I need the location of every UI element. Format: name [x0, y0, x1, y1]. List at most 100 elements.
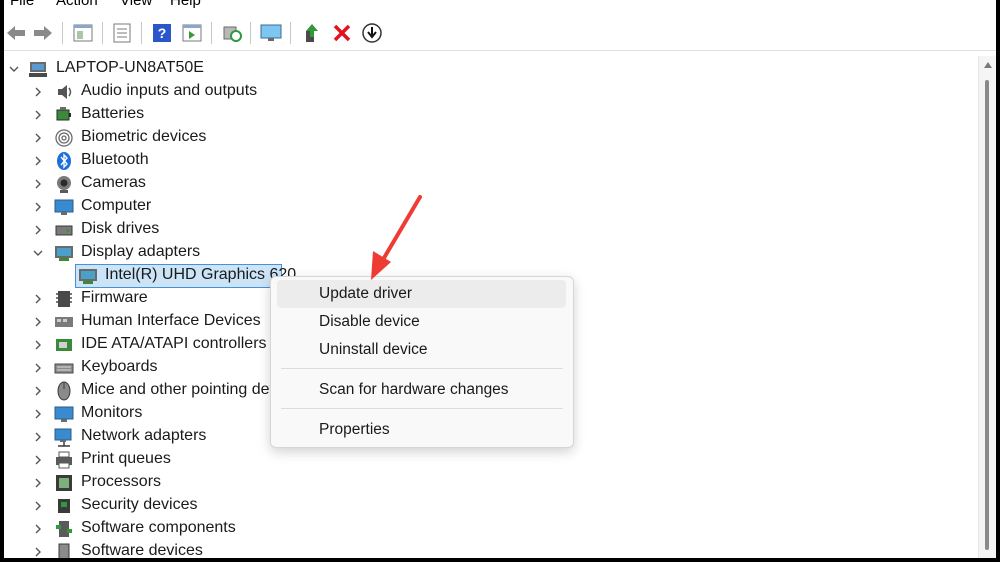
selected-device-label: Intel(R) UHD Graphics 620 — [105, 266, 297, 283]
chevron-right-icon[interactable] — [32, 201, 44, 213]
chevron-down-icon[interactable] — [8, 63, 20, 75]
uninstall-icon[interactable] — [330, 21, 354, 45]
menu-help[interactable]: Help — [170, 0, 201, 9]
tree-root[interactable]: LAPTOP-UN8AT50E — [4, 57, 404, 80]
chevron-right-icon[interactable] — [32, 109, 44, 121]
chevron-right-icon[interactable] — [32, 523, 44, 535]
software-device-icon — [54, 542, 74, 558]
tree-item-label: Audio inputs and outputs — [81, 82, 258, 99]
update-driver-icon[interactable] — [300, 21, 324, 45]
chevron-right-icon[interactable] — [32, 477, 44, 489]
scroll-up-icon[interactable] — [984, 62, 992, 68]
tree-item-software-devices[interactable]: Software devices — [4, 540, 404, 558]
tree-item-label: Computer — [81, 197, 152, 214]
firmware-icon — [54, 289, 74, 309]
back-icon[interactable] — [4, 21, 28, 45]
menu-item-disable-device[interactable]: Disable device — [277, 308, 566, 336]
tree-item-cameras[interactable]: Cameras — [4, 172, 404, 195]
chevron-right-icon[interactable] — [32, 339, 44, 351]
chevron-right-icon[interactable] — [32, 293, 44, 305]
chevron-right-icon[interactable] — [32, 132, 44, 144]
tree-item-display-adapters[interactable]: Display adapters — [4, 241, 404, 264]
menu-item-update-driver[interactable]: Update driver — [277, 280, 566, 308]
tree-item-label: Batteries — [81, 105, 145, 122]
tree-item-label: Bluetooth — [81, 151, 149, 168]
speaker-icon — [54, 82, 74, 102]
camera-icon — [54, 174, 74, 194]
tree-item-label: Processors — [81, 473, 162, 490]
scroll-thumb[interactable] — [985, 80, 989, 550]
tree-item-label: Print queues — [81, 450, 171, 467]
tree-item-batteries[interactable]: Batteries — [4, 103, 404, 126]
chevron-right-icon[interactable] — [32, 385, 44, 397]
disk-drive-icon — [54, 220, 74, 240]
tree-item-label: Monitors — [81, 404, 143, 421]
chevron-right-icon[interactable] — [32, 86, 44, 98]
context-menu: Update driver Disable device Uninstall d… — [270, 276, 574, 448]
vertical-scrollbar[interactable] — [978, 56, 996, 558]
monitor-icon — [54, 404, 74, 424]
chevron-right-icon[interactable] — [32, 178, 44, 190]
tree-item-computer[interactable]: Computer — [4, 195, 404, 218]
tree-item-processors[interactable]: Processors — [4, 471, 404, 494]
tree-item-label: Cameras — [81, 174, 146, 191]
root-label: LAPTOP-UN8AT50E — [56, 59, 204, 76]
tree-item-label: IDE ATA/ATAPI controllers — [81, 335, 267, 352]
network-adapter-icon — [54, 427, 74, 447]
tree-item-software-components[interactable]: Software components — [4, 517, 404, 540]
chevron-right-icon[interactable] — [32, 500, 44, 512]
computer-root-icon — [28, 59, 48, 79]
scan-hardware-icon[interactable] — [220, 21, 244, 45]
menu-item-uninstall-device[interactable]: Uninstall device — [277, 336, 566, 364]
device-manager-window: File Action View Help ? LAPTOP-UN8AT50E … — [4, 0, 996, 558]
tree-item-label: Disk drives — [81, 220, 160, 237]
tree-item-intel-uhd-graphics[interactable]: Intel(R) UHD Graphics 620 — [4, 264, 304, 287]
mouse-icon — [54, 381, 74, 401]
menu-item-scan-hardware[interactable]: Scan for hardware changes — [277, 376, 566, 404]
menu-separator — [281, 368, 563, 369]
computer-icon — [54, 197, 74, 217]
chevron-right-icon[interactable] — [32, 316, 44, 328]
chevron-right-icon[interactable] — [32, 431, 44, 443]
processor-icon — [54, 473, 74, 493]
tree-item-label: Display adapters — [81, 243, 201, 260]
chevron-right-icon[interactable] — [32, 454, 44, 466]
chevron-right-icon[interactable] — [32, 155, 44, 167]
chevron-right-icon[interactable] — [32, 362, 44, 374]
ide-controller-icon — [54, 335, 74, 355]
svg-text:?: ? — [158, 25, 167, 41]
chevron-right-icon[interactable] — [32, 408, 44, 420]
chevron-right-icon[interactable] — [32, 546, 44, 558]
hid-icon — [54, 312, 74, 332]
menu-action[interactable]: Action — [56, 0, 98, 9]
security-device-icon — [54, 496, 74, 516]
bluetooth-icon — [54, 151, 74, 171]
tree-item-label: Software devices — [81, 542, 203, 558]
properties-icon[interactable] — [110, 21, 134, 45]
tree-item-label: Human Interface Devices — [81, 312, 261, 329]
tree-item-disk-drives[interactable]: Disk drives — [4, 218, 404, 241]
help-icon[interactable]: ? — [150, 21, 174, 45]
display-adapter-icon — [54, 243, 74, 263]
tree-item-label: Firmware — [81, 289, 148, 306]
action-pane-icon[interactable] — [180, 21, 204, 45]
chevron-down-icon[interactable] — [32, 247, 44, 259]
tree-item-label: Security devices — [81, 496, 198, 513]
tree-item-audio-inputs-and-outputs[interactable]: Audio inputs and outputs — [4, 80, 404, 103]
tree-item-biometric-devices[interactable]: Biometric devices — [4, 126, 404, 149]
menu-view[interactable]: View — [120, 0, 152, 9]
tree-item-bluetooth[interactable]: Bluetooth — [4, 149, 404, 172]
tree-item-security-devices[interactable]: Security devices — [4, 494, 404, 517]
show-hide-console-tree-icon[interactable] — [71, 21, 95, 45]
tree-item-label: Software components — [81, 519, 236, 536]
fingerprint-icon — [54, 128, 74, 148]
tree-item-label: Network adapters — [81, 427, 207, 444]
keyboard-icon — [54, 358, 74, 378]
chevron-right-icon[interactable] — [32, 224, 44, 236]
forward-icon[interactable] — [31, 21, 55, 45]
menu-item-properties[interactable]: Properties — [277, 416, 566, 444]
menu-file[interactable]: File — [10, 0, 34, 9]
display-monitor-icon[interactable] — [259, 21, 283, 45]
disable-icon[interactable] — [360, 21, 384, 45]
tree-item-print-queues[interactable]: Print queues — [4, 448, 404, 471]
